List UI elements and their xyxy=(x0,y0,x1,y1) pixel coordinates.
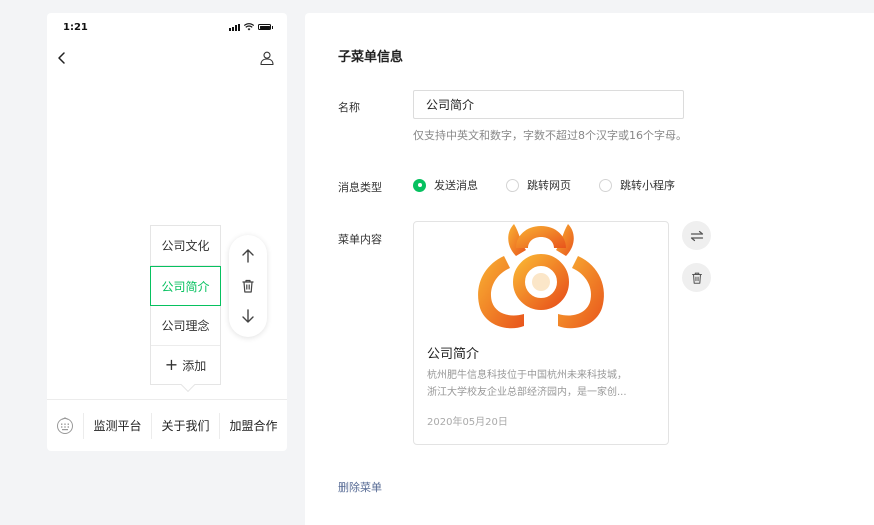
article-description: 杭州肥牛信息科技位于中国杭州未来科技城， 浙江大学校友企业总部经济园内，是一家创… xyxy=(414,362,668,401)
section-title: 子菜单信息 xyxy=(338,50,404,65)
status-icons xyxy=(229,23,273,31)
article-date: 2020年05月20日 xyxy=(427,417,508,428)
radio-jump-webpage[interactable]: 跳转网页 xyxy=(506,177,571,193)
name-label: 名称 xyxy=(338,101,360,114)
menu-tabbar: 监测平台 关于我们 加盟合作 xyxy=(47,399,287,451)
radio-unchecked-icon xyxy=(506,178,519,192)
keyboard-switch-icon[interactable] xyxy=(47,416,83,435)
trash-icon[interactable] xyxy=(240,278,256,294)
tab-monitoring-platform[interactable]: 监测平台 xyxy=(83,412,151,439)
signal-icon xyxy=(229,23,240,31)
radio-label: 发送消息 xyxy=(434,179,478,192)
swap-content-button[interactable] xyxy=(682,221,711,250)
radio-send-message[interactable]: 发送消息 xyxy=(413,177,478,193)
radio-jump-miniprogram[interactable]: 跳转小程序 xyxy=(599,177,675,193)
wifi-icon xyxy=(244,23,254,31)
add-submenu-label: 添加 xyxy=(182,358,207,373)
user-profile-icon[interactable] xyxy=(259,50,275,66)
status-bar: 1:21 xyxy=(47,13,287,41)
menu-content-label: 菜单内容 xyxy=(338,233,382,246)
add-submenu-button[interactable]: + 添加 xyxy=(151,346,220,384)
trash-icon xyxy=(691,272,702,284)
delete-menu-link[interactable]: 删除菜单 xyxy=(338,479,382,495)
radio-label: 跳转网页 xyxy=(527,179,571,192)
radio-label: 跳转小程序 xyxy=(620,179,675,192)
message-type-label: 消息类型 xyxy=(338,181,382,194)
article-title: 公司简介 xyxy=(427,347,480,362)
name-hint: 仅支持中英文和数字，字数不超过8个汉字或16个字母。 xyxy=(413,129,687,142)
submenu-sort-tools xyxy=(229,235,267,337)
article-card[interactable]: 公司简介 杭州肥牛信息科技位于中国杭州未来科技城， 浙江大学校友企业总部经济园内… xyxy=(413,221,669,445)
article-description-line: 杭州肥牛信息科技位于中国杭州未来科技城， xyxy=(427,370,627,381)
plus-icon: + xyxy=(164,355,179,374)
move-down-icon[interactable] xyxy=(240,308,256,324)
move-up-icon[interactable] xyxy=(240,248,256,264)
swap-icon xyxy=(690,230,703,241)
article-cover-image xyxy=(414,222,668,334)
radio-checked-icon xyxy=(413,178,426,192)
message-type-radio-group: 发送消息 跳转网页 跳转小程序 xyxy=(413,177,703,193)
tab-franchise[interactable]: 加盟合作 xyxy=(219,412,287,439)
submenu-item-company-culture[interactable]: 公司文化 xyxy=(151,226,220,266)
battery-icon xyxy=(258,24,273,30)
status-time: 1:21 xyxy=(63,22,88,33)
submenu-item-company-philosophy[interactable]: 公司理念 xyxy=(151,306,220,346)
tab-about-us[interactable]: 关于我们 xyxy=(151,412,219,439)
delete-content-button[interactable] xyxy=(682,263,711,292)
phone-preview: 1:21 公司文化 公司简介 公司理念 + 添加 监测平台 关于我们 加盟合作 xyxy=(47,13,287,451)
company-logo xyxy=(478,224,604,329)
submenu-editor-panel: 子菜单信息 名称 仅支持中英文和数字，字数不超过8个汉字或16个字母。 消息类型… xyxy=(305,13,874,525)
article-description-line: 浙江大学校友企业总部经济园内，是一家创... xyxy=(427,387,627,398)
submenu-popup: 公司文化 公司简介 公司理念 + 添加 xyxy=(150,225,221,393)
radio-unchecked-icon xyxy=(599,178,612,192)
back-arrow-icon[interactable] xyxy=(55,51,69,65)
name-input[interactable] xyxy=(413,90,684,119)
submenu-item-company-intro[interactable]: 公司简介 xyxy=(150,266,221,306)
